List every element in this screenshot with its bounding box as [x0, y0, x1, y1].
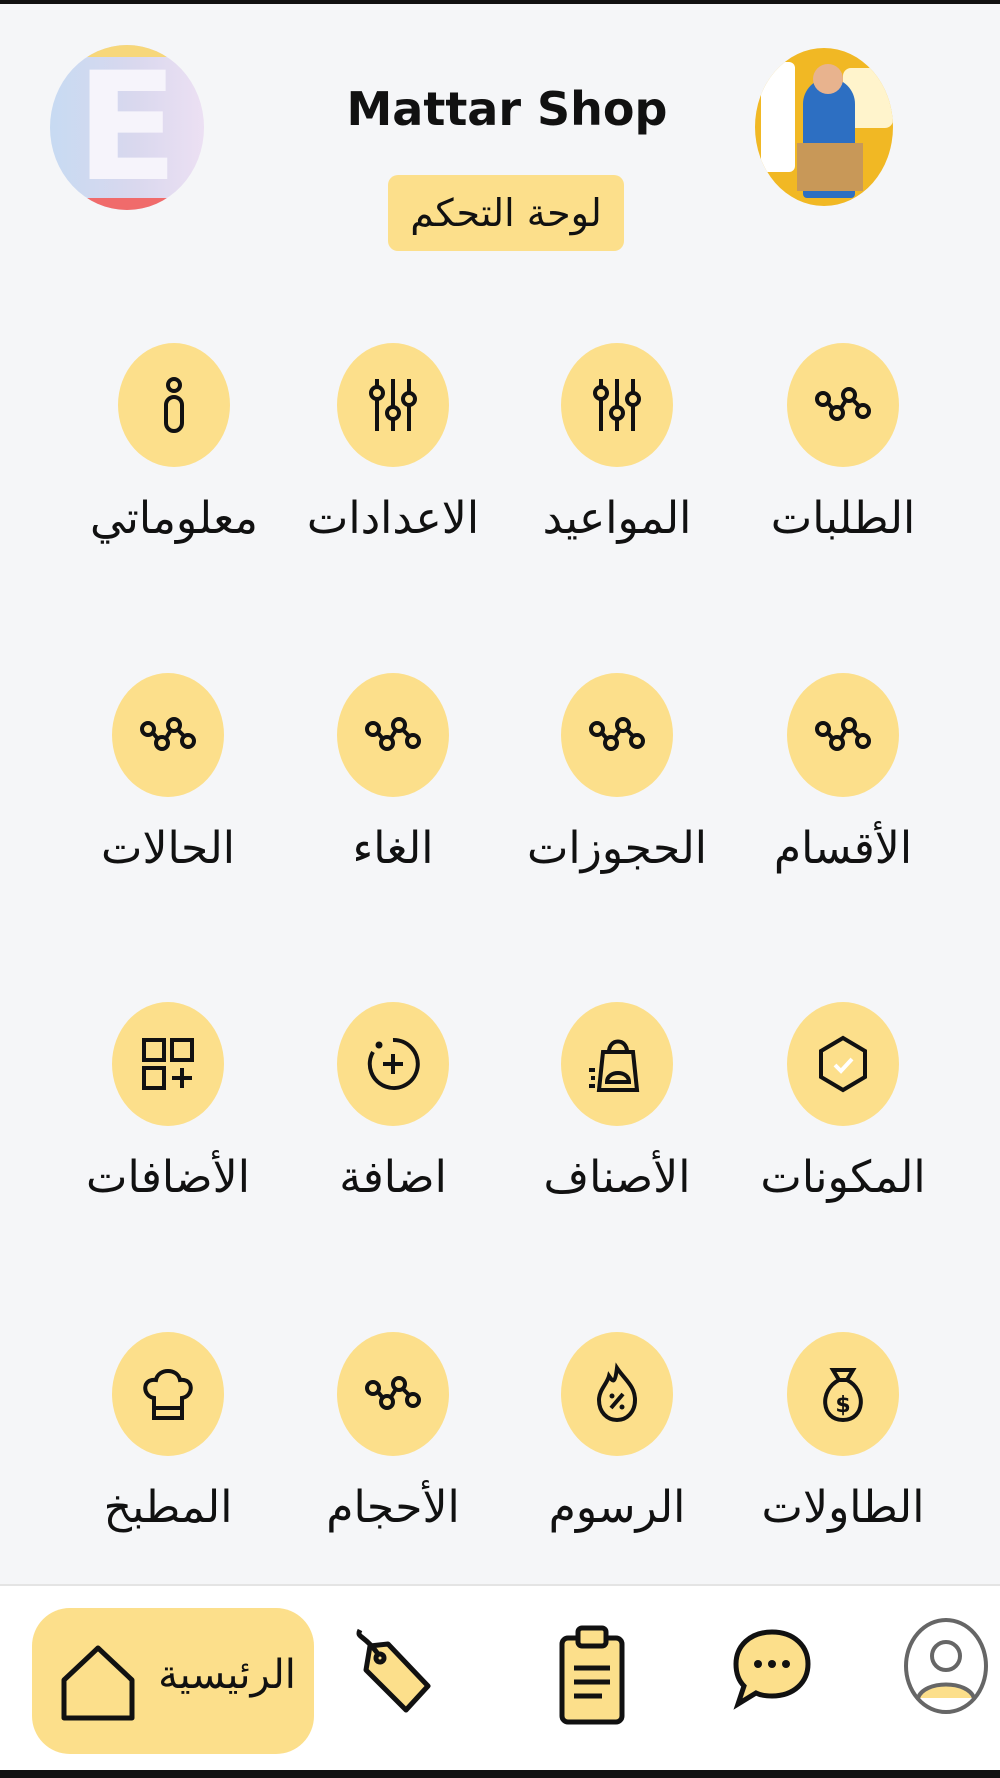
tile-circle — [112, 1332, 224, 1456]
sliders-icon — [369, 379, 417, 431]
tile-circle — [787, 1002, 899, 1126]
tile-label: الأقسام — [773, 823, 913, 874]
tile-label: الرسوم — [548, 1482, 686, 1533]
nav-home-label: الرئيسية — [158, 1652, 296, 1698]
tile-circle — [337, 1332, 449, 1456]
tile-statuses[interactable]: الحالات — [48, 673, 288, 893]
tile-label: الاعدادات — [306, 493, 480, 544]
tile-circle — [787, 343, 899, 467]
tile-tables[interactable]: $ الطاولات — [723, 1332, 963, 1552]
tile-label: الحجوزات — [526, 823, 708, 874]
store-logo-avatar[interactable]: E — [50, 45, 204, 210]
nodes-icon — [365, 717, 421, 751]
nodes-icon — [589, 717, 645, 751]
avatar-phone-graphic — [761, 62, 795, 172]
shopping-bag-icon — [589, 1039, 640, 1092]
tile-my-info[interactable]: معلوماتي — [54, 343, 294, 563]
tile-label: المواعيد — [542, 493, 692, 544]
header: E Mattar Shop لوحة التحكم — [0, 0, 1000, 280]
tile-label: الأضافات — [86, 1152, 250, 1203]
tile-sizes[interactable]: الأحجام — [273, 1332, 513, 1552]
chat-icon[interactable] — [730, 1626, 814, 1710]
chef-hat-icon — [143, 1369, 193, 1420]
tile-circle — [112, 673, 224, 797]
nodes-icon — [815, 717, 871, 751]
sliders-icon — [593, 379, 641, 431]
tile-label: الحالات — [101, 823, 235, 874]
tile-circle — [561, 343, 673, 467]
tile-items[interactable]: الأصناف — [497, 1002, 737, 1222]
nodes-icon — [815, 387, 871, 421]
tile-label: الطلبات — [770, 493, 916, 544]
tile-label: المطبخ — [103, 1482, 233, 1533]
hexagon-check-icon — [819, 1035, 867, 1093]
tile-circle — [112, 1002, 224, 1126]
tile-settings[interactable]: الاعدادات — [273, 343, 513, 563]
tile-kitchen[interactable]: المطبخ — [48, 1332, 288, 1552]
tag-icon[interactable] — [352, 1624, 436, 1724]
nodes-icon — [140, 717, 196, 751]
dashboard-badge: لوحة التحكم — [388, 175, 624, 251]
tile-circle — [561, 1002, 673, 1126]
app-title: Mattar Shop — [346, 82, 668, 136]
tile-label: اضافة — [339, 1152, 447, 1203]
tile-circle — [337, 343, 449, 467]
grid-add-icon — [142, 1038, 194, 1090]
clipboard-icon[interactable] — [556, 1622, 630, 1726]
tile-add[interactable]: اضافة — [273, 1002, 513, 1222]
logo-band-bottom — [50, 198, 204, 210]
tile-label: الأحجام — [326, 1482, 460, 1533]
tile-circle: $ — [787, 1332, 899, 1456]
tile-orders[interactable]: الطلبات — [723, 343, 963, 563]
avatar-head-graphic — [813, 64, 843, 94]
logo-letter: E — [75, 45, 179, 210]
bottom-nav: الرئيسية — [0, 1584, 1000, 1772]
tile-sections[interactable]: الأقسام — [723, 673, 963, 893]
tile-extras[interactable]: الأضافات — [48, 1002, 288, 1222]
info-icon — [164, 377, 184, 433]
tile-ingredients[interactable]: المكونات — [723, 1002, 963, 1222]
tile-circle — [118, 343, 230, 467]
tile-circle — [337, 673, 449, 797]
bottom-border — [0, 1770, 1000, 1778]
tile-reservations[interactable]: الحجوزات — [497, 673, 737, 893]
tile-circle — [561, 1332, 673, 1456]
money-bag-icon: $ — [823, 1368, 863, 1423]
tile-label: الغاء — [352, 823, 434, 874]
tile-fees[interactable]: الرسوم — [497, 1332, 737, 1552]
tile-cancel[interactable]: الغاء — [273, 673, 513, 893]
profile-icon[interactable] — [902, 1616, 990, 1716]
tile-circle — [337, 1002, 449, 1126]
tile-label: الأصناف — [543, 1152, 691, 1203]
svg-text:$: $ — [835, 1393, 850, 1418]
tile-appointments[interactable]: المواعيد — [497, 343, 737, 563]
nav-home-button[interactable]: الرئيسية — [32, 1608, 314, 1754]
tile-label: الطاولات — [761, 1482, 925, 1533]
avatar-box-graphic — [797, 143, 863, 191]
tile-circle — [561, 673, 673, 797]
tile-label: معلوماتي — [90, 493, 258, 544]
delivery-avatar[interactable] — [755, 48, 893, 206]
tile-circle — [787, 673, 899, 797]
nodes-icon — [365, 1376, 421, 1410]
add-circle-icon — [367, 1037, 420, 1090]
home-icon — [61, 1645, 135, 1721]
flame-percent-icon — [596, 1362, 638, 1423]
tile-label: المكونات — [760, 1152, 926, 1203]
